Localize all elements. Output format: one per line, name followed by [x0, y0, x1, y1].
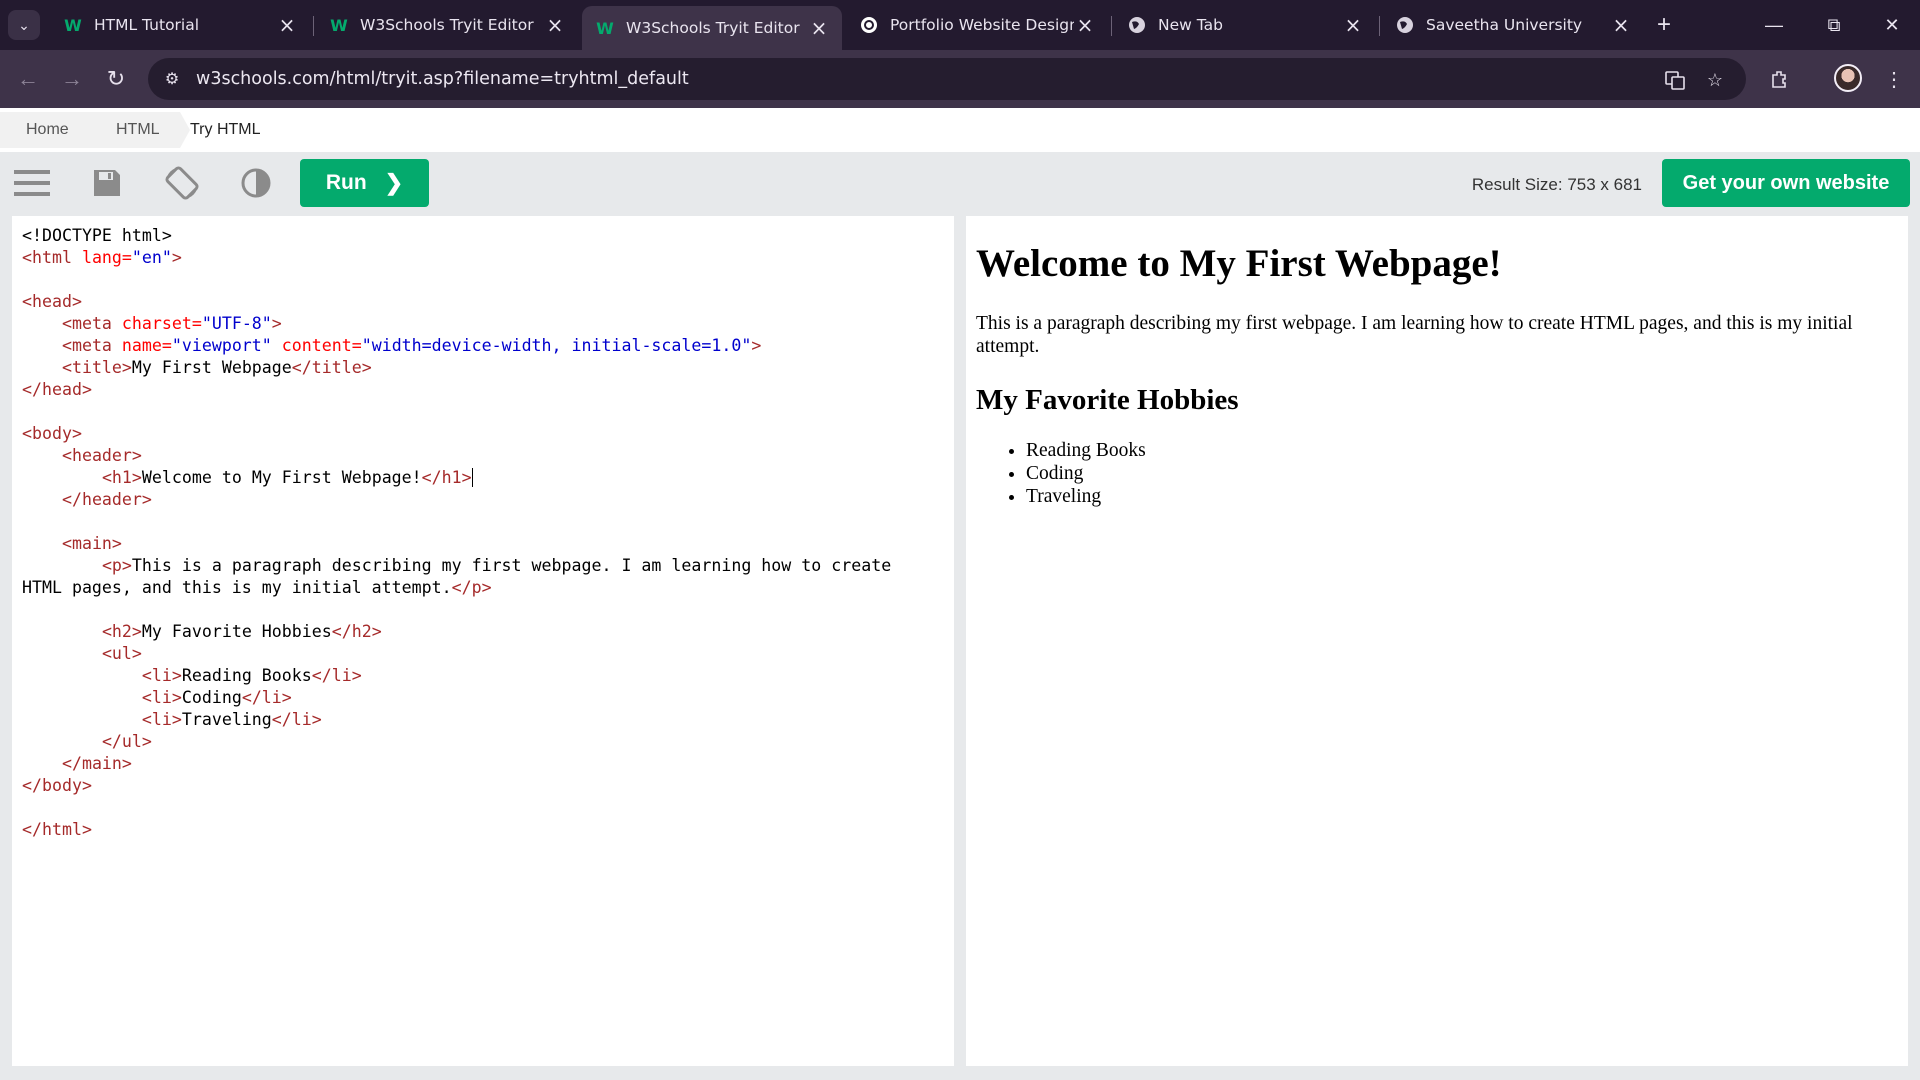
- arrow-right-icon: →: [61, 66, 83, 91]
- arrow-left-icon: ←: [17, 66, 39, 91]
- tab-label: Saveetha University: [1426, 16, 1583, 34]
- result-heading: Welcome to My First Webpage!: [976, 242, 1502, 285]
- bottom-bar: [0, 1066, 1920, 1080]
- chatgpt-icon: [860, 16, 878, 34]
- reload-button[interactable]: ↻: [100, 63, 132, 95]
- list-item: Traveling: [1026, 485, 1898, 508]
- close-icon: ✕: [1884, 14, 1900, 35]
- tab-divider: [1379, 16, 1380, 36]
- minimize-icon: —: [1765, 14, 1783, 35]
- code-content[interactable]: <!DOCTYPE html> <html lang="en"> <head> …: [22, 225, 891, 841]
- tab-divider: [313, 16, 314, 36]
- close-icon[interactable]: ×: [1074, 13, 1096, 37]
- tab-label: HTML Tutorial: [94, 16, 200, 34]
- back-button[interactable]: ←: [12, 63, 44, 95]
- tab-saveetha[interactable]: Saveetha University ×: [1382, 6, 1644, 44]
- close-icon[interactable]: ×: [808, 16, 830, 40]
- globe-icon: [1128, 16, 1146, 34]
- tab-label: Portfolio Website Design: [890, 16, 1074, 34]
- w3schools-icon: W: [596, 18, 614, 38]
- close-window-button[interactable]: ✕: [1864, 0, 1920, 50]
- tab-tryit-editor[interactable]: W W3Schools Tryit Editor ×: [316, 6, 578, 44]
- tab-label: New Tab: [1158, 16, 1223, 34]
- get-your-own-website-button[interactable]: Get your own website: [1662, 159, 1910, 207]
- chevron-down-icon: ⌄: [18, 16, 30, 33]
- list-item: Coding: [1026, 462, 1898, 485]
- dark-mode-icon[interactable]: [234, 163, 278, 203]
- close-icon[interactable]: ×: [276, 13, 298, 37]
- url-text[interactable]: w3schools.com/html/tryit.asp?filename=tr…: [196, 69, 689, 89]
- w3schools-icon: W: [64, 15, 82, 35]
- extensions-icon[interactable]: [1764, 63, 1796, 95]
- breadcrumb-html[interactable]: HTML: [100, 112, 180, 148]
- restore-icon: ⧉: [1827, 14, 1841, 35]
- new-tab-button[interactable]: +: [1648, 10, 1680, 40]
- menu-icon[interactable]: [10, 163, 54, 203]
- close-icon[interactable]: ×: [544, 13, 566, 37]
- tab-new-tab[interactable]: New Tab ×: [1114, 6, 1376, 44]
- bookmark-star-icon[interactable]: ☆: [1702, 67, 1728, 93]
- save-icon[interactable]: [85, 163, 129, 203]
- close-icon[interactable]: ×: [1610, 13, 1632, 37]
- result-frame[interactable]: Welcome to My First Webpage! This is a p…: [966, 216, 1908, 1066]
- tab-divider: [1111, 16, 1112, 36]
- tab-html-tutorial[interactable]: W HTML Tutorial ×: [50, 6, 310, 44]
- minimize-button[interactable]: —: [1746, 0, 1802, 50]
- more-menu-icon[interactable]: ⋮: [1878, 63, 1910, 95]
- tryit-toolbar: Run ❯ Result Size: 753 x 681 Get your ow…: [0, 152, 1920, 214]
- tab-search-button[interactable]: ⌄: [8, 10, 40, 40]
- text-cursor: [471, 468, 473, 487]
- tab-tryit-editor-active[interactable]: W W3Schools Tryit Editor ×: [582, 6, 842, 50]
- globe-icon: [1396, 16, 1414, 34]
- plus-icon: +: [1656, 11, 1671, 38]
- list-item: Reading Books: [1026, 439, 1898, 462]
- result-size-label: Result Size: 753 x 681: [1471, 175, 1642, 194]
- forward-button[interactable]: →: [56, 63, 88, 95]
- breadcrumb-try-html: Try HTML: [190, 121, 261, 138]
- restore-button[interactable]: ⧉: [1806, 0, 1862, 50]
- run-button[interactable]: Run ❯: [300, 159, 429, 207]
- breadcrumb-separator: [180, 112, 190, 148]
- breadcrumb-home[interactable]: Home: [0, 112, 100, 148]
- result-paragraph: This is a paragraph describing my first …: [976, 313, 1853, 357]
- profile-avatar[interactable]: [1834, 64, 1862, 92]
- tab-label: W3Schools Tryit Editor: [626, 19, 800, 37]
- code-editor[interactable]: <!DOCTYPE html> <html lang="en"> <head> …: [12, 216, 954, 1066]
- result-subheading: My Favorite Hobbies: [976, 384, 1239, 416]
- tab-strip: ⌄ W HTML Tutorial × W W3Schools Tryit Ed…: [0, 0, 1920, 50]
- rotate-orientation-icon[interactable]: [160, 163, 204, 203]
- tab-label: W3Schools Tryit Editor: [360, 16, 534, 34]
- translate-icon[interactable]: [1662, 67, 1688, 93]
- tab-portfolio-design[interactable]: Portfolio Website Design ×: [846, 6, 1108, 44]
- rendered-page: Welcome to My First Webpage! This is a p…: [976, 226, 1898, 508]
- w3schools-icon: W: [330, 15, 348, 35]
- breadcrumb: Home HTML Try HTML: [0, 108, 1920, 152]
- browser-toolbar: ← → ↻ ⚙ w3schools.com/html/tryit.asp?fil…: [0, 50, 1920, 108]
- hobbies-list: Reading Books Coding Traveling: [976, 439, 1898, 508]
- close-icon[interactable]: ×: [1342, 13, 1364, 37]
- site-settings-icon[interactable]: ⚙: [160, 67, 184, 91]
- reload-icon: ↻: [106, 66, 126, 91]
- run-button-label: Run: [325, 171, 367, 194]
- chevron-right-icon: ❯: [384, 170, 404, 195]
- address-bar[interactable]: ⚙ w3schools.com/html/tryit.asp?filename=…: [148, 58, 1746, 100]
